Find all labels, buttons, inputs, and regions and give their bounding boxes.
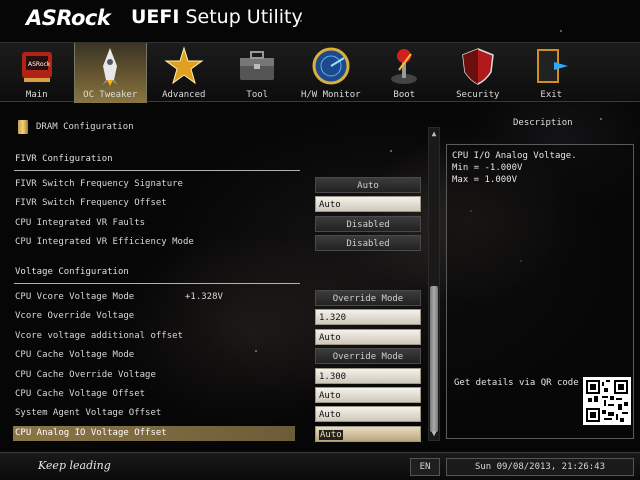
brand-logo: ASRock (26, 6, 111, 30)
title-rest: Setup Utility (185, 6, 303, 28)
qr-caption: Get details via QR code (454, 378, 579, 388)
shield-icon (455, 46, 501, 86)
description-line: Min = -1.000V (452, 163, 523, 173)
cpu-cache-voltage-mode-button[interactable]: Override Mode (315, 348, 421, 364)
selected-value: Auto (319, 430, 343, 440)
tab-boot[interactable]: Boot (368, 43, 442, 103)
tab-oc-tweaker-label: OC Tweaker (83, 90, 138, 100)
tab-hw-monitor[interactable]: H/W Monitor (294, 43, 368, 103)
header: ASRock UEFI Setup Utility (0, 0, 640, 44)
setting-label: CPU Cache Override Voltage (15, 370, 156, 380)
toolbox-icon (234, 46, 280, 86)
tab-main[interactable]: ASRock Main (0, 43, 74, 103)
joystick-icon (381, 46, 427, 86)
cpu-cache-override-voltage-field[interactable]: 1.300 (315, 368, 421, 384)
section-voltage-title: Voltage Configuration (15, 267, 129, 277)
star-icon (161, 46, 207, 86)
main-icon: ASRock (14, 46, 60, 86)
section-fivr-title: FIVR Configuration (15, 154, 113, 164)
cpu-analog-io-voltage-offset-field[interactable]: Auto (315, 426, 421, 442)
setting-label: CPU Integrated VR Faults (15, 218, 146, 228)
fivr-switch-frequency-offset-field[interactable]: Auto (315, 196, 421, 212)
setting-label: CPU Cache Voltage Mode (15, 350, 135, 360)
cpu-cache-voltage-offset-field[interactable]: Auto (315, 387, 421, 403)
tab-tool-label: Tool (246, 90, 269, 100)
cpu-vr-faults-button[interactable]: Disabled (315, 216, 421, 232)
description-line: Max = 1.000V (452, 175, 518, 185)
title-uefi: UEFI (131, 6, 180, 28)
tab-hw-monitor-label: H/W Monitor (300, 90, 361, 100)
description-line: CPU I/O Analog Voltage. (452, 151, 577, 161)
setting-label: System Agent Voltage Offset (15, 408, 162, 418)
cpu-vr-efficiency-mode-button[interactable]: Disabled (315, 235, 421, 251)
main-tabs: ASRock Main OC Tweaker Advanced Tool H/W… (0, 42, 640, 103)
slogan: Keep leading (38, 459, 111, 472)
tab-main-label: Main (25, 90, 48, 100)
tab-exit[interactable]: Exit (515, 43, 589, 103)
setting-label-text: CPU Vcore Voltage Mode (15, 292, 135, 302)
breadcrumb[interactable]: DRAM Configuration (18, 120, 134, 134)
tab-advanced-label: Advanced (162, 90, 206, 100)
settings-scrollbar[interactable]: ▲ ▼ (428, 127, 440, 441)
vcore-additional-offset-field[interactable]: Auto (315, 329, 421, 345)
tab-boot-label: Boot (393, 90, 416, 100)
section-divider (14, 283, 300, 284)
setting-label: Vcore Override Voltage (15, 311, 135, 321)
tab-security-label: Security (456, 90, 500, 100)
setting-label: CPU Vcore Voltage Mode +1.328V (15, 290, 297, 305)
section-divider (14, 170, 300, 171)
scroll-thumb[interactable] (430, 286, 438, 432)
exit-door-icon (528, 46, 574, 86)
setting-label: CPU Cache Voltage Offset (15, 389, 146, 399)
cpu-vcore-voltage-mode-button[interactable]: Override Mode (315, 290, 421, 306)
scroll-up-arrow-icon[interactable]: ▲ (429, 129, 439, 139)
system-agent-voltage-offset-field[interactable]: Auto (315, 406, 421, 422)
vcore-override-voltage-field[interactable]: 1.320 (315, 309, 421, 325)
radar-icon (308, 46, 354, 86)
tab-advanced[interactable]: Advanced (147, 43, 221, 103)
system-clock: Sun 09/08/2013, 21:26:43 (446, 458, 634, 476)
app-title: UEFI Setup Utility (131, 6, 303, 28)
tab-oc-tweaker[interactable]: OC Tweaker (73, 43, 147, 103)
tab-tool[interactable]: Tool (221, 43, 295, 103)
tab-exit-label: Exit (540, 90, 563, 100)
selected-setting-label[interactable]: CPU Analog IO Voltage Offset (13, 426, 295, 441)
description-panel: CPU I/O Analog Voltage. Min = -1.000V Ma… (446, 144, 634, 439)
fivr-switch-frequency-signature-button[interactable]: Auto (315, 177, 421, 193)
footer-bar: Keep leading EN Sun 09/08/2013, 21:26:43 (0, 452, 640, 480)
setting-label: FIVR Switch Frequency Signature (15, 179, 183, 189)
language-button[interactable]: EN (410, 458, 440, 476)
breadcrumb-label: DRAM Configuration (36, 122, 134, 132)
svg-text:ASRock: ASRock (28, 61, 51, 68)
vcore-voltage-reading: +1.328V (185, 292, 223, 302)
setting-label: CPU Integrated VR Efficiency Mode (15, 237, 194, 247)
scroll-down-arrow-icon[interactable]: ▼ (429, 429, 439, 439)
folder-icon (18, 120, 28, 134)
qr-code-icon (583, 377, 631, 425)
tab-security[interactable]: Security (441, 43, 515, 103)
setting-label: FIVR Switch Frequency Offset (15, 198, 167, 208)
rocket-icon (87, 46, 133, 86)
description-title: Description (513, 118, 573, 128)
setting-label: Vcore voltage additional offset (15, 331, 183, 341)
